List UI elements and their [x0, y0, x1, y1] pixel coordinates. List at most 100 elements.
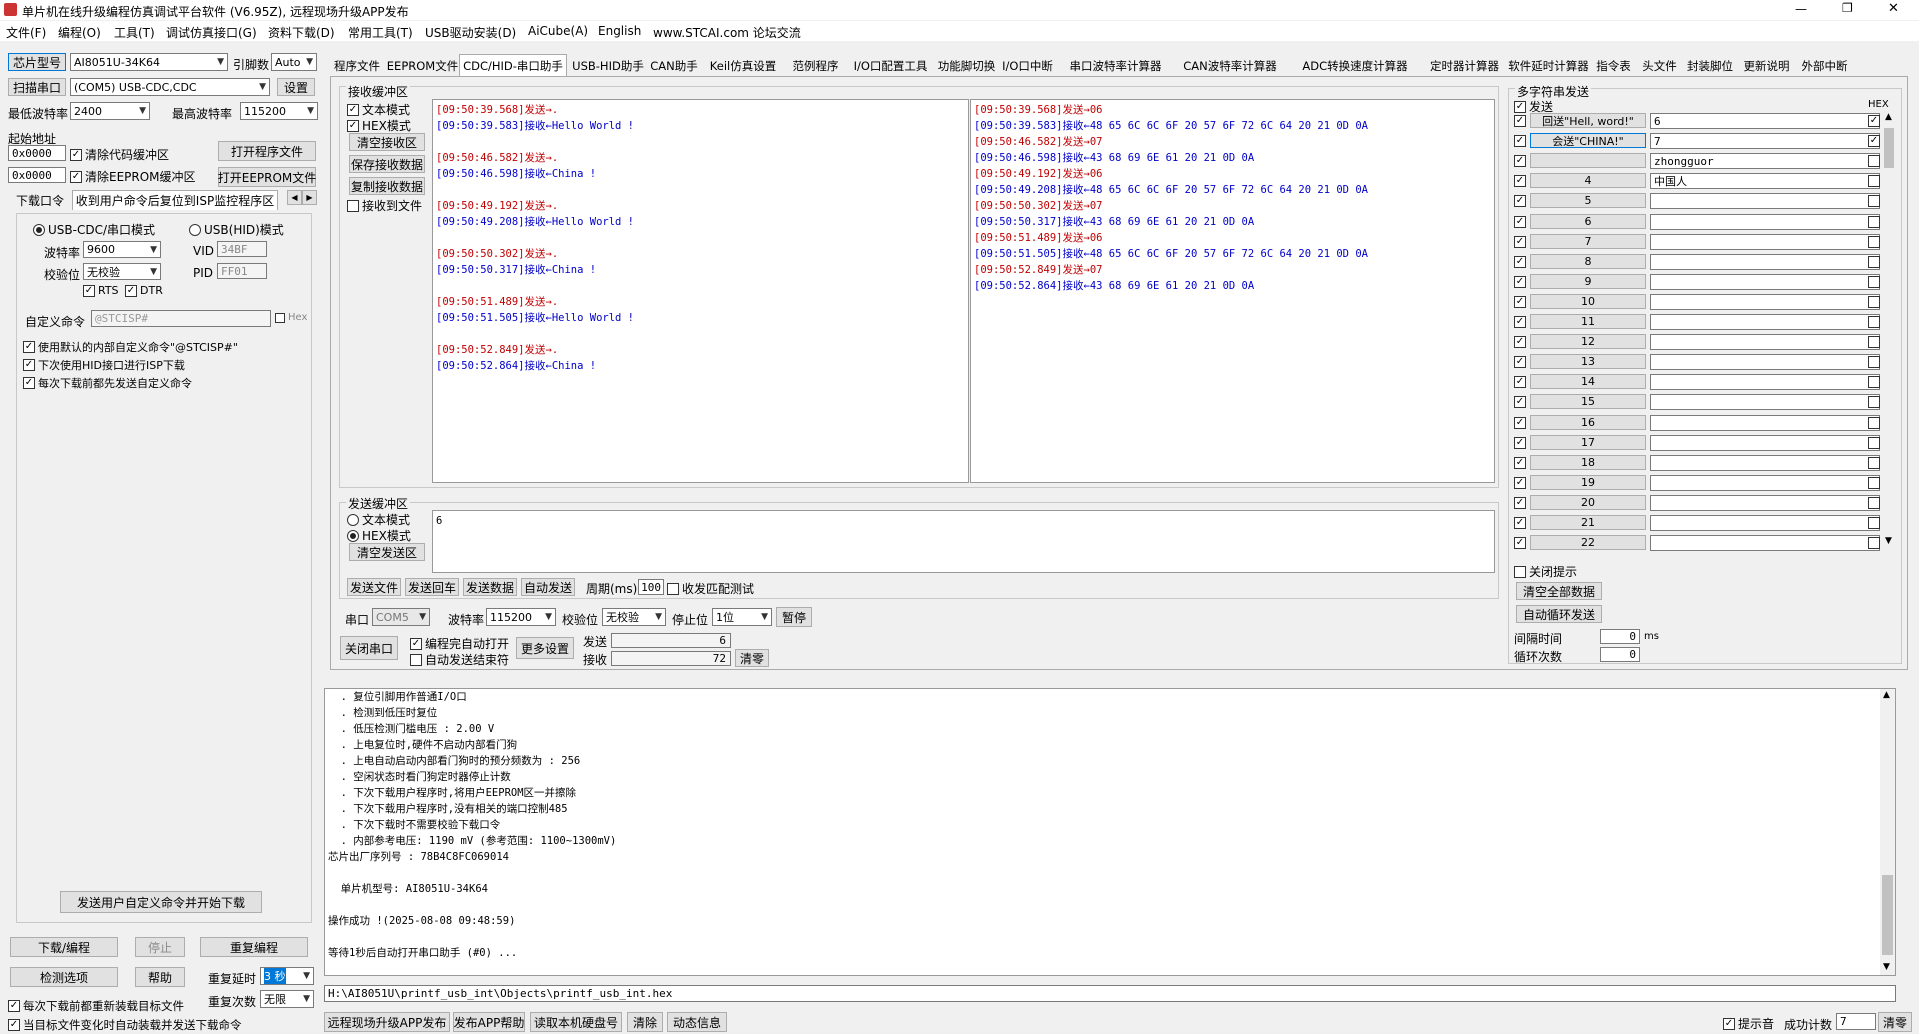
- multi-row-send-checkbox[interactable]: ✓: [1514, 416, 1526, 429]
- multi-row-input[interactable]: [1650, 515, 1880, 531]
- status-log[interactable]: . 复位引脚用作普通I/O口 . 检测到低压时复位 . 低压检测门槛电压 : 2…: [324, 688, 1896, 976]
- multi-row-send-checkbox[interactable]: ✓: [1514, 175, 1526, 188]
- multi-row-send-checkbox[interactable]: ✓: [1514, 456, 1526, 469]
- menu-item[interactable]: 文件(F): [6, 24, 46, 41]
- serial-stop-select[interactable]: 1位 ▼: [712, 608, 772, 626]
- tab-scroll-left-button[interactable]: ◀: [287, 190, 302, 205]
- multi-row-send-button[interactable]: 11: [1530, 314, 1646, 329]
- recv-hex-mode-checkbox[interactable]: ✓ HEX模式: [347, 117, 411, 134]
- serial-parity-select[interactable]: 无校验 ▼: [602, 608, 666, 626]
- multi-row-hex-checkbox[interactable]: [1868, 255, 1880, 268]
- clear-count-button[interactable]: 清零: [735, 649, 769, 667]
- repeat-program-button[interactable]: 重复编程: [200, 937, 308, 957]
- multi-row-send-checkbox[interactable]: ✓: [1514, 517, 1526, 529]
- period-input[interactable]: 100: [638, 579, 664, 595]
- multi-scrollbar[interactable]: ▲ ▼: [1882, 112, 1896, 548]
- settings-button[interactable]: 设置: [277, 78, 315, 96]
- multi-row-input[interactable]: [1650, 193, 1880, 210]
- auto-end-checkbox[interactable]: 自动发送结束符: [410, 651, 509, 668]
- scan-port-button[interactable]: 扫描串口: [8, 78, 66, 96]
- multi-row-hex-checkbox[interactable]: [1868, 336, 1880, 349]
- multi-row-hex-checkbox[interactable]: [1868, 396, 1880, 409]
- send-custom-download-button[interactable]: 发送用户自定义命令并开始下载: [60, 891, 262, 913]
- multi-row-hex-checkbox[interactable]: [1868, 517, 1880, 529]
- tab-18[interactable]: 更新说明: [1738, 56, 1795, 75]
- menu-item[interactable]: 编程(O): [58, 24, 101, 41]
- multi-row-send-checkbox[interactable]: ✓: [1514, 115, 1526, 127]
- multi-row-hex-checkbox[interactable]: [1868, 456, 1880, 469]
- multi-row-input[interactable]: [1650, 494, 1880, 511]
- multi-row-input[interactable]: 中国人: [1650, 173, 1880, 190]
- clear-code-checkbox[interactable]: ✓ 清除代码缓冲区: [70, 146, 169, 163]
- multi-row-send-button[interactable]: 20: [1530, 494, 1646, 510]
- multi-row-input[interactable]: zhongguor: [1650, 153, 1880, 170]
- multi-row-send-checkbox[interactable]: ✓: [1514, 275, 1526, 288]
- tab-10[interactable]: 串口波特率计算器: [1059, 56, 1172, 75]
- dynamic-info-button[interactable]: 动态信息: [667, 1012, 727, 1032]
- tab-0[interactable]: 程序文件: [328, 56, 386, 75]
- multi-row-input[interactable]: [1650, 293, 1880, 310]
- menu-item[interactable]: 工具(T): [114, 24, 155, 41]
- multi-row-input[interactable]: [1650, 414, 1880, 431]
- tab-3[interactable]: USB-HID助手: [569, 56, 647, 75]
- clear-eeprom-checkbox[interactable]: ✓ 清除EEPROM缓冲区: [70, 168, 196, 185]
- multi-row-send-button[interactable]: 14: [1530, 374, 1646, 390]
- interval-input[interactable]: 0: [1600, 629, 1640, 644]
- scroll-thumb[interactable]: [1882, 875, 1893, 955]
- multi-row-send-button[interactable]: 15: [1530, 394, 1646, 410]
- tab-15[interactable]: 指令表: [1592, 56, 1635, 75]
- menu-item[interactable]: USB驱动安装(D): [425, 24, 516, 41]
- multi-row-send-button[interactable]: 会送"CHINA!": [1530, 133, 1646, 149]
- auto-reload-checkbox[interactable]: ✓ 当目标文件变化时自动装载并发送下载命令: [8, 1017, 242, 1033]
- open-eeprom-file-button[interactable]: 打开EEPROM文件: [218, 167, 316, 187]
- loop-count-input[interactable]: 0: [1600, 647, 1640, 662]
- multi-row-send-checkbox[interactable]: ✓: [1514, 476, 1526, 489]
- multi-row-input[interactable]: [1650, 535, 1880, 552]
- auto-open-checkbox[interactable]: ✓ 编程完自动打开: [410, 635, 509, 652]
- tab-7[interactable]: I/O口配置工具: [846, 56, 935, 75]
- send-text-mode-radio[interactable]: 文本模式: [347, 511, 410, 528]
- multi-row-hex-checkbox[interactable]: [1868, 356, 1880, 369]
- multi-row-send-button[interactable]: 10: [1530, 293, 1646, 309]
- multi-row-hex-checkbox[interactable]: [1868, 436, 1880, 449]
- multi-row-input[interactable]: [1650, 354, 1880, 371]
- tab-11[interactable]: CAN波特率计算器: [1174, 56, 1286, 75]
- multi-row-send-button[interactable]: 回送"Hell, word!": [1530, 113, 1646, 128]
- multi-row-hex-checkbox[interactable]: [1868, 416, 1880, 429]
- multi-row-hex-checkbox[interactable]: [1868, 537, 1880, 550]
- status-log-scrollbar[interactable]: ▲ ▼: [1880, 689, 1895, 975]
- multi-row-send-checkbox[interactable]: ✓: [1514, 436, 1526, 449]
- multi-row-input[interactable]: [1650, 374, 1880, 391]
- multi-row-send-button[interactable]: 22: [1530, 535, 1646, 551]
- multi-row-send-checkbox[interactable]: ✓: [1514, 215, 1526, 228]
- multi-row-input[interactable]: [1650, 233, 1880, 250]
- multi-row-send-button[interactable]: 13: [1530, 354, 1646, 370]
- scroll-up-icon[interactable]: ▲: [1885, 112, 1892, 122]
- pause-button[interactable]: 暂停: [776, 607, 812, 627]
- match-test-checkbox[interactable]: 收发匹配测试: [667, 580, 754, 597]
- multi-row-hex-checkbox[interactable]: [1868, 195, 1880, 208]
- check-options-button[interactable]: 检测选项: [10, 967, 118, 987]
- tab-17[interactable]: 封装脚位: [1684, 56, 1736, 75]
- auto-loop-send-button[interactable]: 自动循环发送: [1516, 605, 1602, 623]
- multi-row-hex-checkbox[interactable]: [1868, 235, 1880, 248]
- multi-row-send-checkbox[interactable]: ✓: [1514, 396, 1526, 409]
- multi-row-hex-checkbox[interactable]: [1868, 175, 1880, 188]
- download-program-button[interactable]: 下载/编程: [10, 937, 118, 957]
- tab-12[interactable]: ADC转换速度计算器: [1288, 56, 1422, 75]
- close-icon[interactable]: ✕: [1888, 1, 1899, 16]
- multi-row-send-checkbox[interactable]: ✓: [1514, 376, 1526, 389]
- multi-row-hex-checkbox[interactable]: [1868, 316, 1880, 328]
- tab-download-password[interactable]: 下载口令: [10, 190, 70, 210]
- multi-row-send-checkbox[interactable]: ✓: [1514, 135, 1526, 148]
- send-file-button[interactable]: 发送文件: [347, 578, 401, 596]
- multi-row-send-checkbox[interactable]: ✓: [1514, 356, 1526, 369]
- tab-2[interactable]: CDC/HID-串口助手: [459, 54, 567, 76]
- multi-row-send-checkbox[interactable]: ✓: [1514, 235, 1526, 248]
- publish-app-help-button[interactable]: 发布APP帮助: [453, 1012, 525, 1032]
- menu-item[interactable]: English: [598, 24, 641, 38]
- multi-row-hex-checkbox[interactable]: ✓: [1868, 135, 1880, 148]
- open-program-file-button[interactable]: 打开程序文件: [218, 141, 316, 161]
- receive-text-area[interactable]: [09:50:39.568]发送→. [09:50:39.583]接收←Hello…: [432, 99, 969, 483]
- scroll-up-icon[interactable]: ▲: [1883, 690, 1890, 700]
